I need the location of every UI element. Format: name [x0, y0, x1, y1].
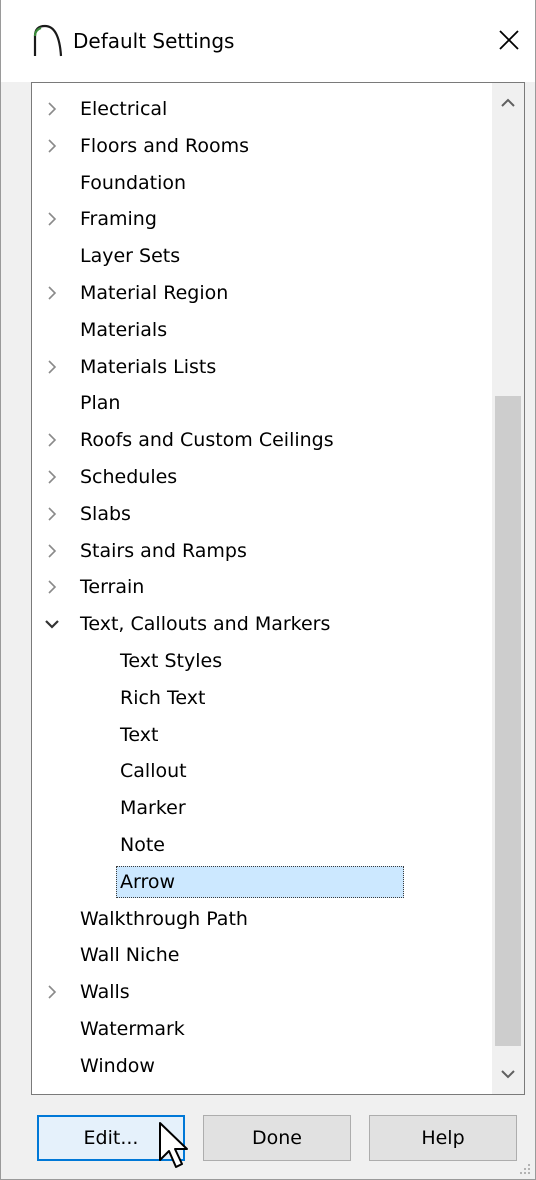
settings-tree[interactable]: Electrical Floors and Rooms Foundation Fram… [31, 82, 525, 1095]
tree-item-label: Window [80, 1054, 155, 1077]
tree-item[interactable]: Materials [32, 312, 494, 349]
tree-item-label: Electrical [80, 98, 168, 120]
chevron-right-icon[interactable] [45, 985, 59, 999]
chevron-right-icon[interactable] [45, 102, 59, 116]
tree-item-label: Layer Sets [80, 245, 181, 268]
tree-item-label: Roofs and Custom Ceilings [80, 429, 334, 452]
tree-item-label: Slabs [80, 502, 131, 525]
tree-item-label: Framing [80, 208, 157, 231]
tree-list: Electrical Floors and Rooms Foundation Fram… [32, 91, 494, 1085]
chevron-right-icon[interactable] [45, 286, 59, 300]
tree-item[interactable]: Callout [32, 753, 494, 790]
tree-item[interactable]: Wall Niche [32, 937, 494, 974]
tree-item[interactable]: Text Styles [32, 643, 494, 680]
vertical-scrollbar[interactable] [492, 83, 524, 1094]
tree-item-label: Material Region [80, 281, 229, 304]
tree-item[interactable]: Framing [32, 201, 494, 238]
tree-item-label: Materials Lists [80, 355, 217, 378]
tree-item-label: Note [120, 833, 165, 856]
chevron-right-icon[interactable] [45, 433, 59, 447]
chevron-down-icon[interactable] [45, 617, 59, 631]
chevron-right-icon[interactable] [45, 360, 59, 374]
tree-item[interactable]: Plan [32, 385, 494, 422]
tree-item[interactable]: Text [32, 717, 494, 754]
tree-item[interactable]: Watermark [32, 1011, 494, 1048]
tree-item-label: Text Styles [120, 649, 223, 672]
chevron-right-icon[interactable] [45, 470, 59, 484]
tree-item-label: Floors and Rooms [80, 134, 249, 157]
tree-item[interactable]: Foundation [32, 165, 494, 202]
tree-item-label: Walls [80, 981, 130, 1004]
chevron-right-icon[interactable] [45, 139, 59, 153]
close-icon [499, 30, 519, 50]
tree-item[interactable]: Slabs [32, 496, 494, 533]
chevron-down-icon [501, 1070, 515, 1079]
tree-item[interactable]: Rich Text [32, 680, 494, 717]
done-button[interactable]: Done [203, 1115, 351, 1161]
tree-item-label: Text [120, 723, 159, 746]
tree-item-label: Callout [120, 760, 187, 783]
chevron-right-icon[interactable] [45, 212, 59, 226]
tree-item[interactable]: Roofs and Custom Ceilings [32, 422, 494, 459]
scroll-thumb[interactable] [495, 396, 521, 1046]
tree-item[interactable]: Walls [32, 974, 494, 1011]
scroll-up-button[interactable] [492, 83, 524, 123]
tree-item-label: Marker [120, 797, 186, 820]
tree-item[interactable]: Window [32, 1048, 494, 1085]
tree-item-label: Arrow [116, 865, 404, 898]
tree-item-label: Walkthrough Path [80, 907, 248, 930]
tree-item[interactable]: Layer Sets [32, 238, 494, 275]
default-settings-dialog: Default Settings Electrical Floors and Ro… [0, 0, 536, 1180]
chevron-right-icon[interactable] [45, 580, 59, 594]
tree-item-label: Schedules [80, 465, 178, 488]
tree-item[interactable]: Floors and Rooms [32, 128, 494, 165]
close-button[interactable] [487, 18, 531, 62]
tree-item[interactable]: Stairs and Ramps [32, 533, 494, 570]
scroll-down-button[interactable] [492, 1054, 524, 1094]
arch-icon [33, 24, 63, 57]
tree-item-label: Text, Callouts and Markers [80, 613, 331, 636]
tree-item[interactable]: Terrain [32, 569, 494, 606]
tree-item[interactable]: Arrow [32, 864, 494, 901]
tree-item[interactable]: Walkthrough Path [32, 901, 494, 938]
tree-item[interactable]: Marker [32, 790, 494, 827]
chevron-up-icon [501, 98, 515, 107]
tree-item-label: Stairs and Ramps [80, 539, 247, 562]
tree-item-label: Terrain [80, 576, 145, 599]
chevron-right-icon[interactable] [45, 543, 59, 558]
tree-item-label: Materials [80, 318, 168, 341]
tree-item[interactable]: Note [32, 827, 494, 864]
dialog-title: Default Settings [73, 29, 235, 53]
title-bar: Default Settings [1, 0, 535, 82]
tree-item-label: Watermark [80, 1017, 185, 1040]
tree-item[interactable]: Schedules [32, 459, 494, 496]
tree-item[interactable]: Text, Callouts and Markers [32, 606, 494, 643]
tree-item[interactable]: Electrical [32, 91, 494, 128]
tree-item-label: Foundation [80, 171, 187, 194]
tree-item[interactable]: Materials Lists [32, 349, 494, 386]
tree-item-label: Rich Text [120, 686, 206, 709]
tree-item-label: Plan [80, 392, 121, 415]
resize-grip-icon[interactable] [517, 1161, 531, 1175]
chevron-right-icon[interactable] [45, 507, 59, 521]
help-button[interactable]: Help [369, 1115, 517, 1161]
mouse-pointer-icon [159, 1122, 188, 1168]
tree-item-label: Wall Niche [80, 944, 180, 967]
tree-item[interactable]: Material Region [32, 275, 494, 312]
